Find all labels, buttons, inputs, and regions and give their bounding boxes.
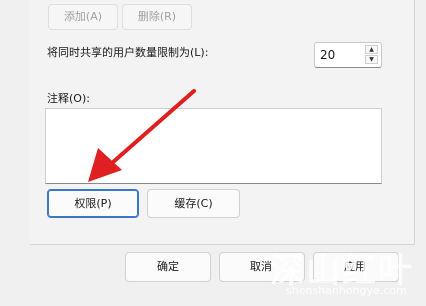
stepper-arrows: ▲ ▼ bbox=[365, 45, 378, 65]
permissions-button[interactable]: 权限(P) bbox=[47, 189, 139, 218]
user-limit-stepper[interactable]: 20 ▲ ▼ bbox=[314, 42, 382, 68]
user-limit-label: 将同时共享的用户数量限制为(L): bbox=[47, 46, 209, 59]
remove-button[interactable]: 删除(R) bbox=[122, 4, 192, 30]
comment-textarea[interactable] bbox=[45, 108, 382, 184]
add-button[interactable]: 添加(A) bbox=[48, 4, 118, 30]
user-limit-value: 20 bbox=[320, 48, 336, 62]
comment-label: 注释(O): bbox=[47, 92, 90, 105]
watermark-url: shenshanhongye.com bbox=[286, 284, 407, 297]
spin-down-icon[interactable]: ▼ bbox=[365, 55, 378, 64]
ok-button[interactable]: 确定 bbox=[125, 252, 211, 282]
caching-button[interactable]: 缓存(C) bbox=[147, 189, 240, 218]
spin-up-icon[interactable]: ▲ bbox=[365, 45, 378, 54]
